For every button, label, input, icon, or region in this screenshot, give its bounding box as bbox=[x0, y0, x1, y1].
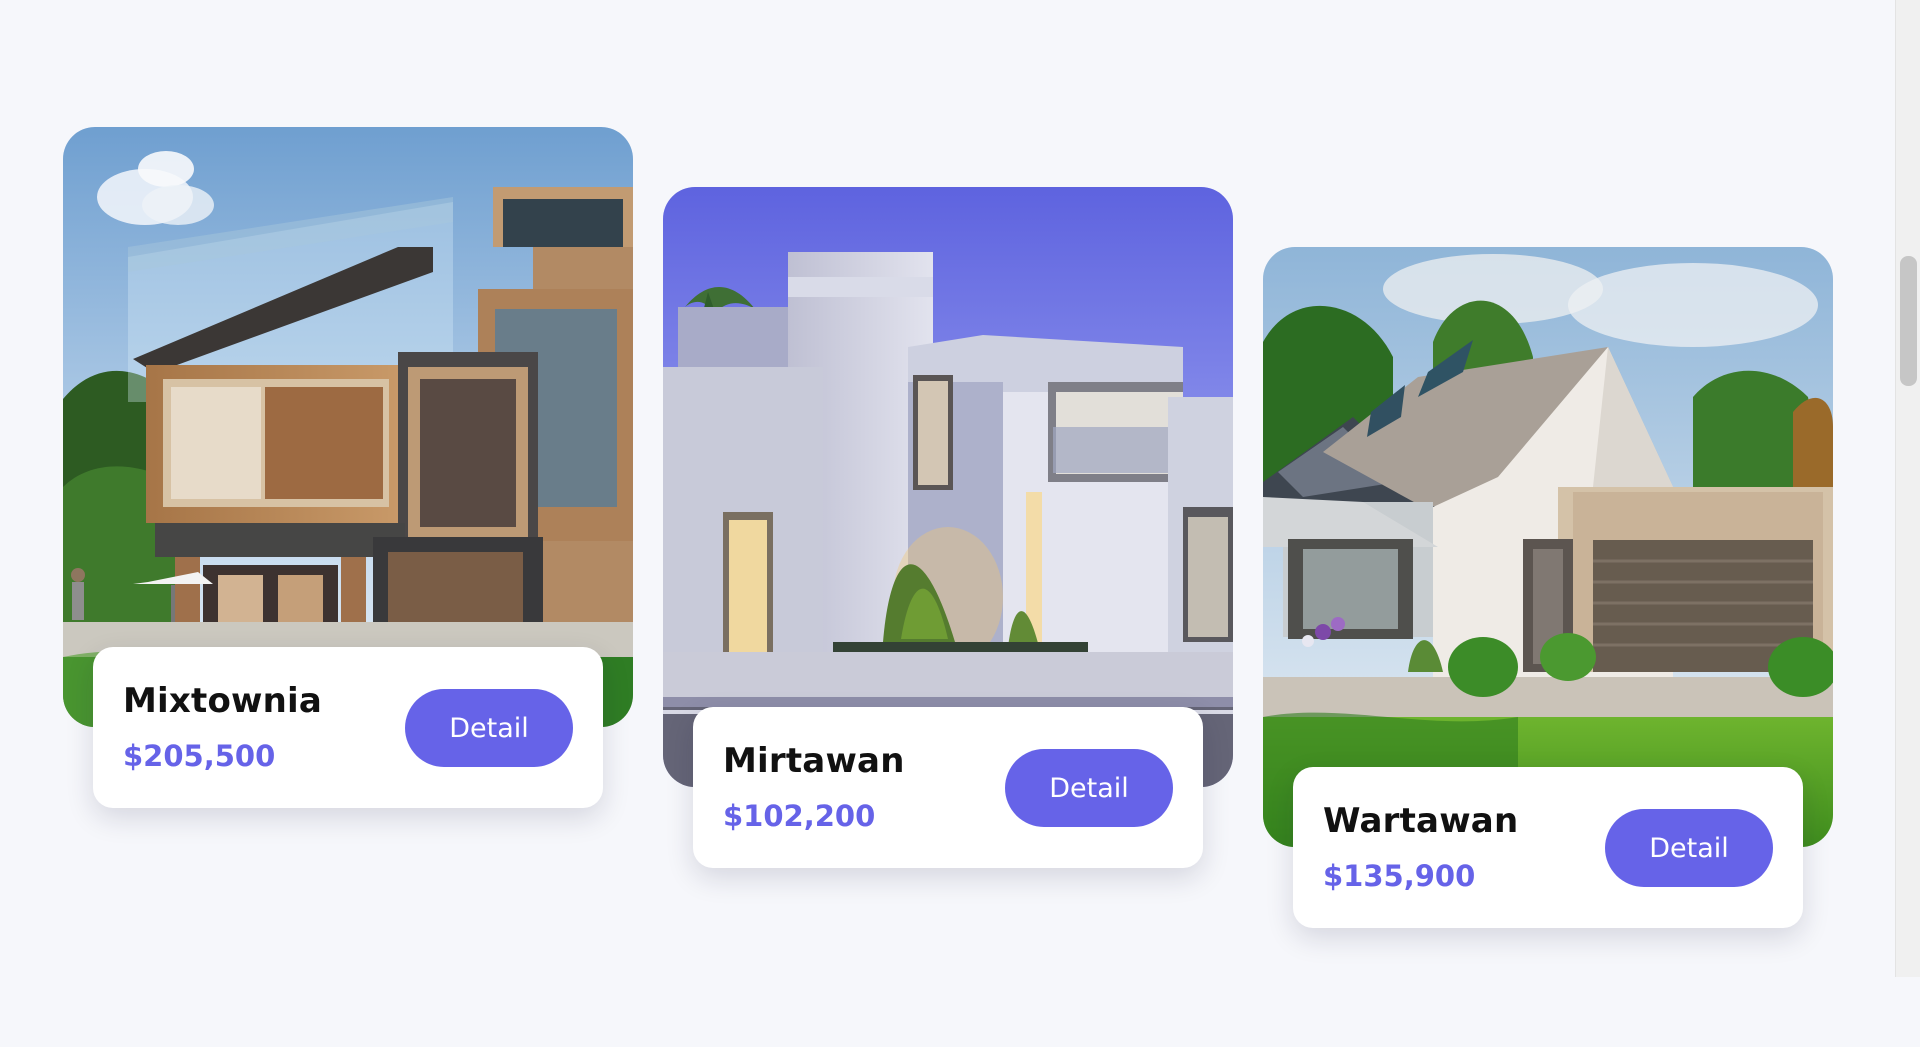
detail-button-wartawan[interactable]: Detail bbox=[1605, 809, 1773, 887]
gable-house-garage-image bbox=[1263, 247, 1833, 847]
property-photo-mirtawan bbox=[663, 187, 1233, 787]
modern-house-glass-balcony-image bbox=[63, 127, 633, 727]
property-info-wartawan: Wartawan $135,900 Detail bbox=[1293, 767, 1803, 928]
property-name: Wartawan bbox=[1323, 801, 1519, 841]
property-card-mirtawan[interactable]: Mirtawan $102,200 Detail bbox=[663, 187, 1233, 987]
detail-button-mirtawan[interactable]: Detail bbox=[1005, 749, 1173, 827]
property-price: $135,900 bbox=[1323, 859, 1476, 893]
property-price: $102,200 bbox=[723, 799, 876, 833]
property-name: Mirtawan bbox=[723, 741, 905, 781]
property-grid: Mixtownia $205,500 Detail Mirtawan $102,… bbox=[0, 0, 1895, 977]
property-photo-wartawan bbox=[1263, 247, 1833, 847]
white-cube-villa-twilight-image bbox=[663, 187, 1233, 787]
scrollbar-thumb[interactable] bbox=[1900, 256, 1917, 386]
property-card-mixtownia[interactable]: Mixtownia $205,500 Detail bbox=[63, 127, 633, 927]
property-info-mirtawan: Mirtawan $102,200 Detail bbox=[693, 707, 1203, 868]
vertical-scrollbar[interactable] bbox=[1895, 0, 1920, 977]
property-name: Mixtownia bbox=[123, 681, 323, 721]
detail-button-mixtownia[interactable]: Detail bbox=[405, 689, 573, 767]
property-price: $205,500 bbox=[123, 739, 276, 773]
property-card-wartawan[interactable]: Wartawan $135,900 Detail bbox=[1263, 247, 1833, 1047]
property-photo-mixtownia bbox=[63, 127, 633, 727]
property-info-mixtownia: Mixtownia $205,500 Detail bbox=[93, 647, 603, 808]
